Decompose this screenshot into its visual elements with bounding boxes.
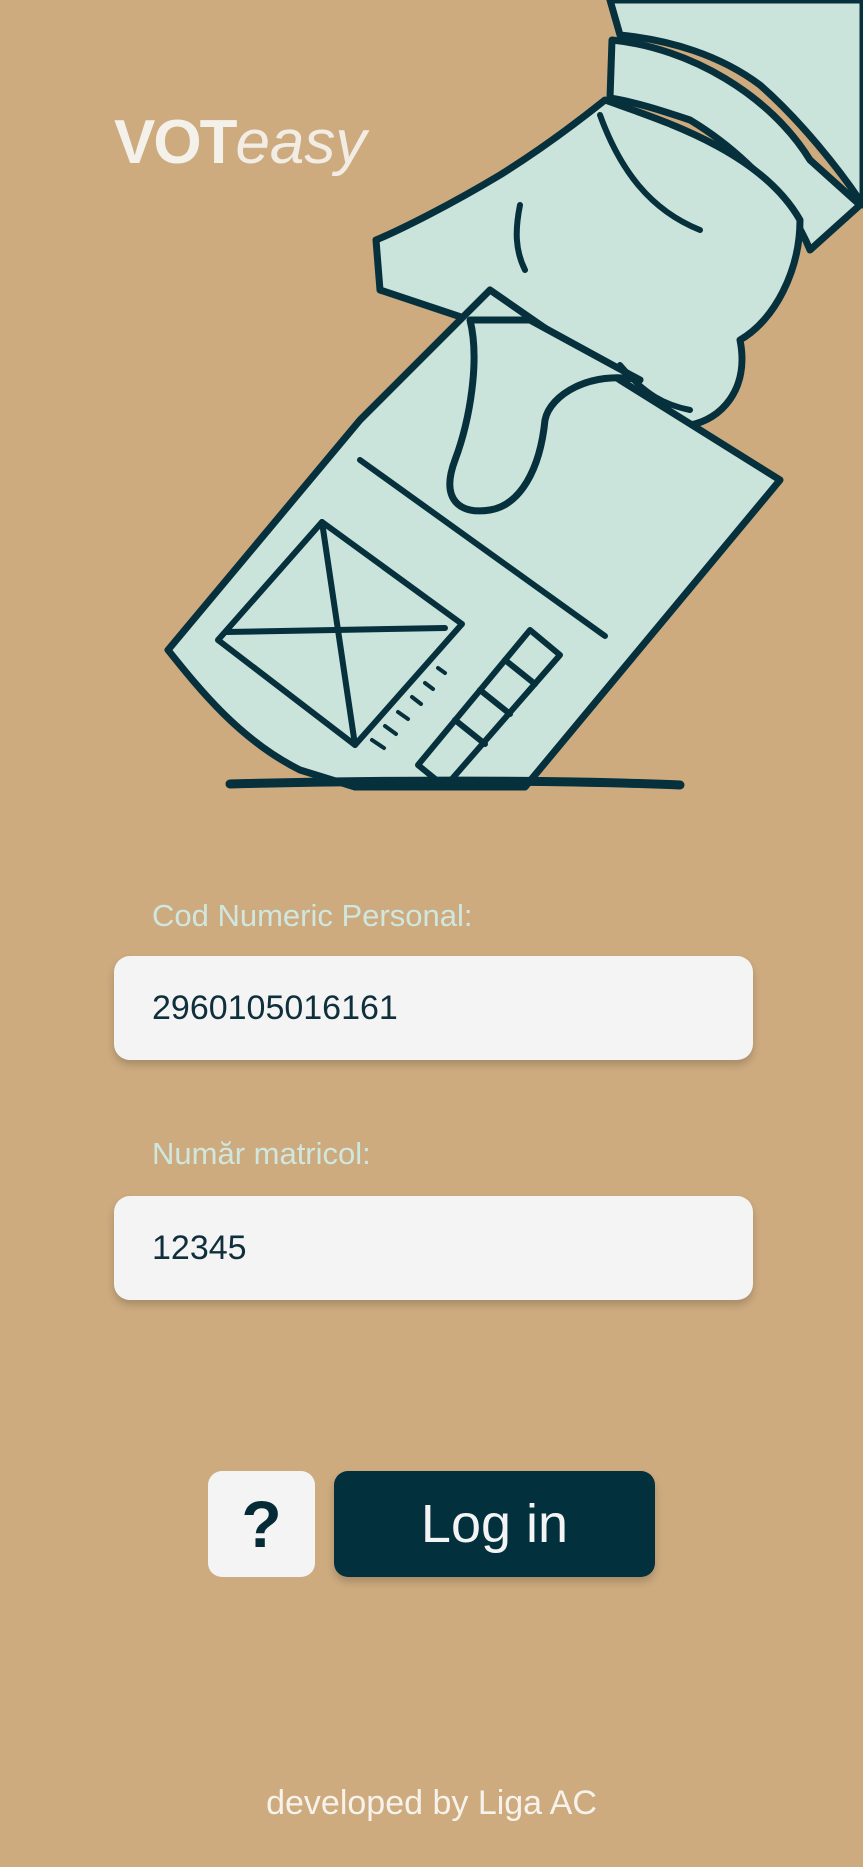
- matricol-input[interactable]: 12345: [114, 1196, 753, 1300]
- matricol-label: Număr matricol:: [152, 1136, 371, 1171]
- ballot-slot-line: [225, 776, 685, 790]
- ballot-x-stroke-b: [223, 625, 448, 635]
- cnp-input[interactable]: 2960105016161: [114, 956, 753, 1060]
- hand-casting-ballot-illustration: [164, 0, 863, 791]
- cnp-label: Cod Numeric Personal:: [152, 898, 473, 933]
- help-button[interactable]: ?: [208, 1471, 315, 1577]
- footer-credit: developed by Liga AC: [266, 1784, 597, 1822]
- question-mark-icon: ?: [241, 1487, 282, 1561]
- login-button[interactable]: Log in: [334, 1471, 655, 1577]
- login-button-label: Log in: [420, 1494, 569, 1554]
